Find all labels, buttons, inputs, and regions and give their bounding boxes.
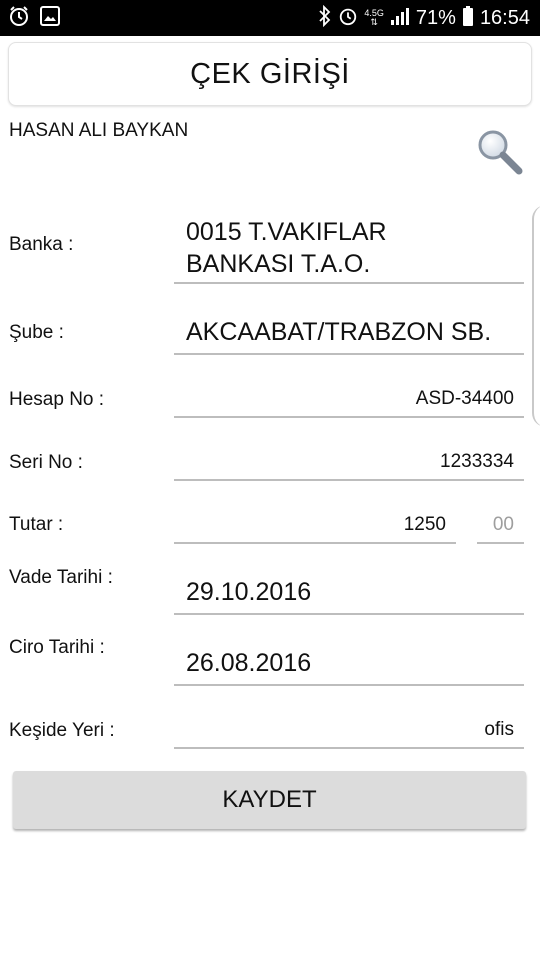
ciro-tarihi-label: Ciro Tarihi : [9,637,105,658]
sube-label: Şube : [9,322,64,343]
ciro-tarihi-field[interactable]: 26.08.2016 [174,641,524,686]
keside-yeri-field[interactable]: ofis [174,711,524,749]
save-button[interactable]: KAYDET [13,771,526,829]
search-icon [474,130,526,180]
hesap-no-field[interactable]: ASD-34400 [174,380,524,418]
hesap-no-value: ASD-34400 [415,388,514,409]
bluetooth-icon [318,4,332,32]
network-type: 4.5G ⇅ [364,8,384,27]
clock: 16:54 [479,6,530,29]
tutar-value: 1250 [403,514,446,535]
sube-field[interactable]: AKCAABAT/TRABZON SB. [174,310,524,355]
hesap-no-label: Hesap No : [9,389,105,410]
banka-value-line2: BANKASI T.A.O. [186,250,371,278]
vade-tarihi-label: Vade Tarihi : [9,567,113,588]
alarm-icon [338,6,358,31]
kurus-placeholder: 00 [492,514,514,535]
banka-value-line1: 0015 T.VAKIFLAR [186,218,387,246]
battery-icon [462,5,474,32]
user-name: HASAN ALI BAYKAN [9,120,189,141]
header-card: ÇEK GİRİŞİ [8,42,532,106]
tutar-field[interactable]: 1250 [174,506,456,544]
kurus-field[interactable]: 00 [477,506,524,544]
search-button[interactable] [474,128,526,176]
battery-percent: 71% [415,6,456,29]
status-bar: 4.5G ⇅ 71% 16:54 [0,0,540,36]
signal-icon [390,6,410,31]
image-icon [40,5,60,31]
keside-yeri-value: ofis [484,719,514,740]
ciro-tarihi-value: 26.08.2016 [186,649,312,677]
page-title: ÇEK GİRİŞİ [190,57,350,90]
tutar-label: Tutar : [9,514,64,535]
banka-label: Banka : [9,234,74,255]
vade-tarihi-field[interactable]: 29.10.2016 [174,571,524,615]
sube-value: AKCAABAT/TRABZON SB. [186,318,492,346]
keside-yeri-label: Keşide Yeri : [9,720,115,741]
vade-tarihi-value: 29.10.2016 [186,578,312,606]
seri-no-value: 1233334 [440,451,514,472]
seri-no-label: Seri No : [9,452,83,473]
banka-field[interactable]: 0015 T.VAKIFLAR BANKASI T.A.O. [174,212,524,284]
scroll-edge [532,205,540,427]
seri-no-field[interactable]: 1233334 [174,443,524,481]
alarm-icon [8,5,30,32]
save-button-label: KAYDET [222,786,317,813]
